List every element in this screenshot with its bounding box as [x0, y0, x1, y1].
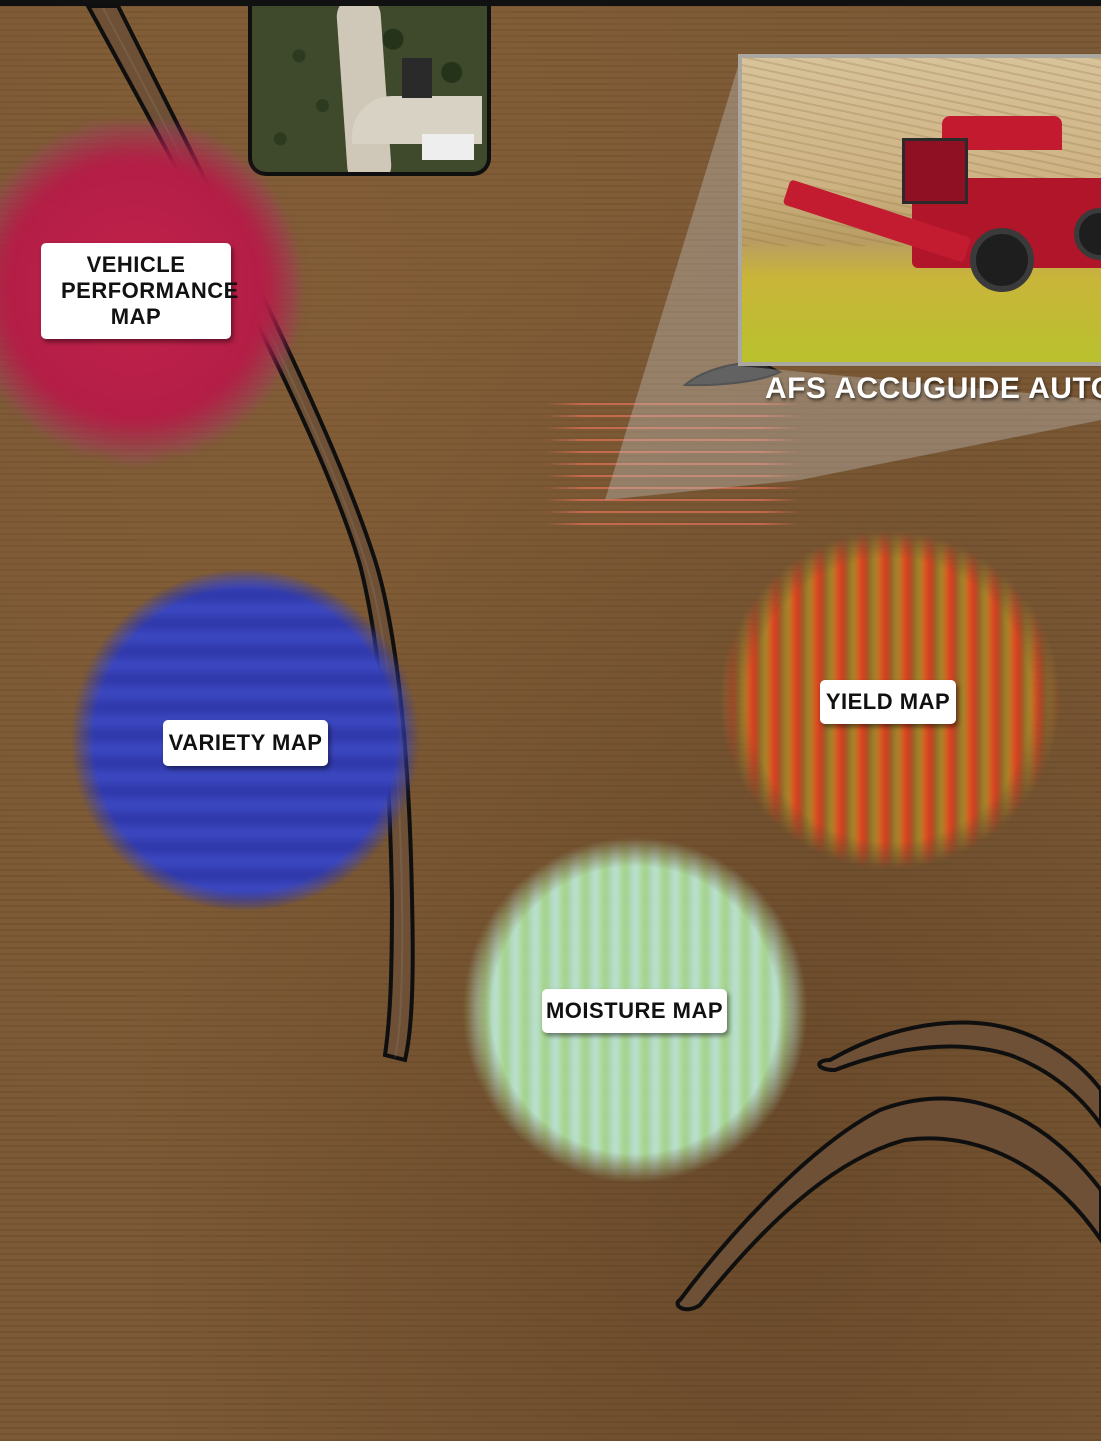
- combine-cab: [902, 138, 968, 204]
- field-illustration: VEHICLE PERFORMANCE MAP VARIETY MAP YIEL…: [0, 0, 1101, 1441]
- vehicle-performance-map-label: VEHICLE PERFORMANCE MAP: [41, 243, 239, 339]
- moisture-map-label: MOISTURE MAP: [542, 989, 727, 1033]
- afs-accuguide-title: AFS ACCUGUIDE AUTOGUI: [765, 372, 1101, 405]
- variety-map-label: VARIETY MAP: [163, 720, 328, 766]
- vehicle-performance-map-text: VEHICLE PERFORMANCE MAP: [61, 252, 239, 329]
- moisture-map-text: MOISTURE MAP: [545, 998, 724, 1023]
- harvester-photo: [738, 54, 1101, 366]
- yield-map-text: YIELD MAP: [825, 689, 951, 714]
- front-wheel: [970, 228, 1034, 292]
- variety-map-text: VARIETY MAP: [168, 730, 323, 755]
- yield-map-label: YIELD MAP: [820, 680, 956, 724]
